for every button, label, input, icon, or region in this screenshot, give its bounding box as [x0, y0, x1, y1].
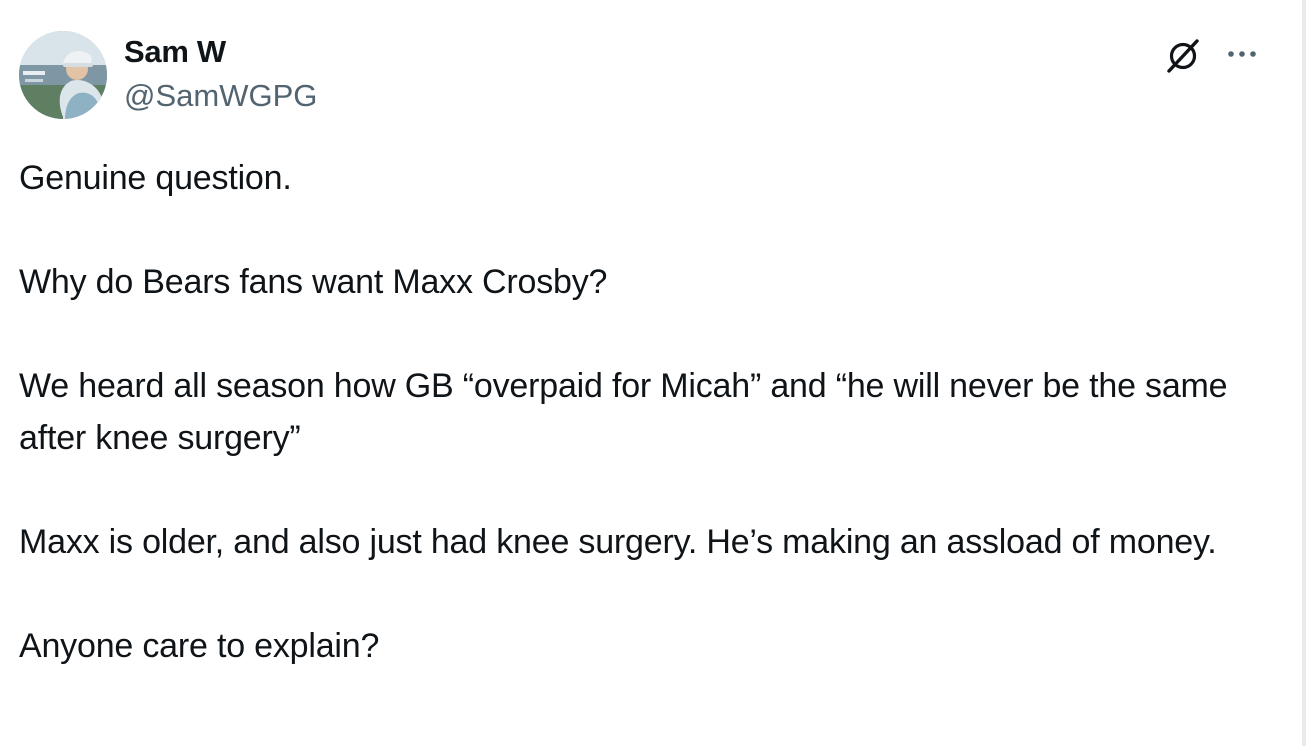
grok-slash-icon[interactable] — [1162, 34, 1204, 76]
avatar-photo — [19, 31, 107, 119]
tweet-paragraph: Why do Bears fans want Maxx Crosby? — [19, 263, 608, 301]
tweet-paragraph: Maxx is older, and also just had knee su… — [19, 523, 1217, 561]
tweet-paragraph: Genuine question. — [19, 159, 292, 197]
tweet-card: Sam W @SamWGPG Genuine question. Why do … — [0, 0, 1298, 746]
tweet-paragraph: We heard all season how GB “overpaid for… — [19, 367, 1237, 457]
avatar[interactable] — [19, 31, 107, 119]
author-name[interactable]: Sam W — [124, 34, 226, 70]
tweet-paragraph: Anyone care to explain? — [19, 627, 380, 665]
card-border — [1302, 0, 1306, 746]
author-handle[interactable]: @SamWGPG — [124, 78, 317, 114]
more-dots-icon[interactable] — [1222, 36, 1262, 72]
tweet-body: Genuine question. Why do Bears fans want… — [19, 152, 1269, 672]
